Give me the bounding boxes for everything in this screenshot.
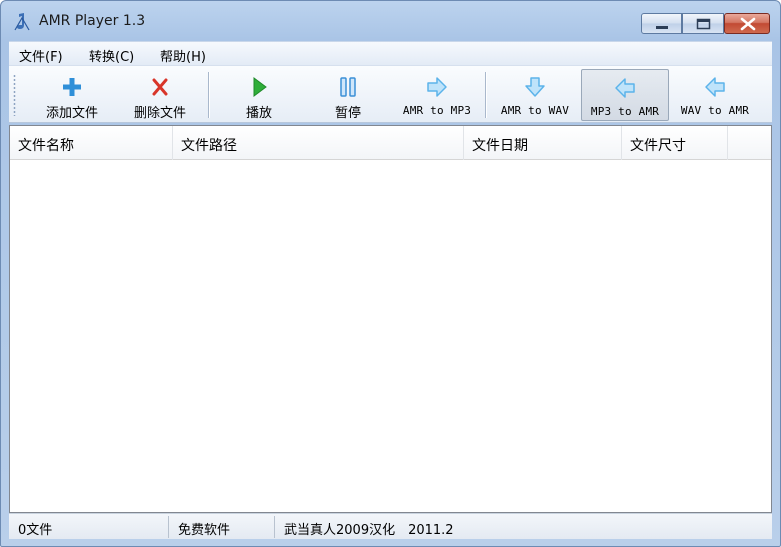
add-file-label: 添加文件 (45, 106, 98, 121)
menu-bar: 文件(F) 转换(C) 帮助(H) (9, 41, 772, 65)
column-file-size[interactable]: 文件尺寸 (622, 126, 728, 160)
column-file-name-label: 文件名称 (18, 138, 74, 154)
column-filler (728, 126, 771, 160)
play-icon (253, 77, 267, 97)
toolbar-grip[interactable] (13, 74, 16, 116)
arrow-down-icon (525, 77, 545, 97)
minimize-icon (656, 26, 668, 29)
menu-file[interactable]: 文件(F) (19, 46, 63, 65)
arrow-left-icon (705, 77, 725, 97)
toolbar-separator (485, 72, 487, 118)
maximize-button[interactable] (682, 13, 724, 34)
close-icon (740, 17, 756, 31)
arrow-left-icon (615, 78, 635, 98)
delete-file-label: 删除文件 (133, 106, 186, 121)
status-license-text: 免费软件 (178, 523, 231, 538)
close-button[interactable] (724, 13, 770, 34)
pause-icon (340, 77, 356, 97)
column-file-path[interactable]: 文件路径 (173, 126, 464, 160)
window-title: AMR Player 1.3 (39, 13, 146, 29)
column-file-date-label: 文件日期 (472, 138, 528, 154)
app-window: AMR Player 1.3 文件(F) 转换(C) 帮助(H) 添加文件 删除… (0, 0, 781, 547)
play-button[interactable]: 播放 (216, 69, 302, 121)
add-file-button[interactable]: 添加文件 (29, 69, 115, 121)
toolbar-separator (208, 72, 210, 118)
status-bar: 0文件 免费软件 武当真人2009汉化 2011.2 (9, 513, 772, 539)
amr-to-mp3-label: AMR to MP3 (402, 104, 472, 117)
file-list[interactable]: 文件名称 文件路径 文件日期 文件尺寸 (9, 125, 772, 513)
plus-icon (63, 78, 81, 96)
status-file-count-text: 0文件 (18, 523, 53, 538)
menu-help[interactable]: 帮助(H) (160, 46, 206, 65)
column-file-path-label: 文件路径 (181, 138, 237, 154)
pause-label: 暂停 (334, 106, 361, 121)
pause-button[interactable]: 暂停 (305, 69, 391, 121)
title-bar[interactable]: AMR Player 1.3 (1, 1, 780, 41)
file-list-body[interactable] (10, 160, 771, 512)
amr-to-mp3-button[interactable]: AMR to MP3 (393, 69, 481, 121)
delete-file-button[interactable]: 删除文件 (117, 69, 203, 121)
mp3-to-amr-button[interactable]: MP3 to AMR (581, 69, 669, 121)
amr-to-wav-label: AMR to WAV (500, 104, 570, 117)
wav-to-amr-button[interactable]: WAV to AMR (671, 69, 759, 121)
column-file-name[interactable]: 文件名称 (10, 126, 173, 160)
mp3-to-amr-label: MP3 to AMR (590, 105, 660, 118)
column-file-date[interactable]: 文件日期 (464, 126, 622, 160)
minimize-button[interactable] (641, 13, 682, 34)
column-header: 文件名称 文件路径 文件日期 文件尺寸 (10, 126, 771, 160)
music-note-icon (14, 13, 30, 31)
maximize-icon (696, 18, 711, 30)
amr-to-wav-button[interactable]: AMR to WAV (491, 69, 579, 121)
play-label: 播放 (245, 106, 272, 121)
toolbar: 添加文件 删除文件 播放 暂停 AMR to MP3 AMR to WAV MP… (9, 65, 772, 123)
arrow-right-icon (427, 77, 447, 97)
status-license: 免费软件 (169, 516, 275, 538)
wav-to-amr-label: WAV to AMR (680, 104, 750, 117)
status-credit-text: 武当真人2009汉化 2011.2 (284, 523, 454, 538)
status-file-count: 0文件 (9, 516, 169, 538)
menu-convert[interactable]: 转换(C) (89, 46, 134, 65)
column-file-size-label: 文件尺寸 (630, 138, 686, 154)
status-credit: 武当真人2009汉化 2011.2 (275, 516, 772, 538)
x-icon (152, 78, 168, 96)
